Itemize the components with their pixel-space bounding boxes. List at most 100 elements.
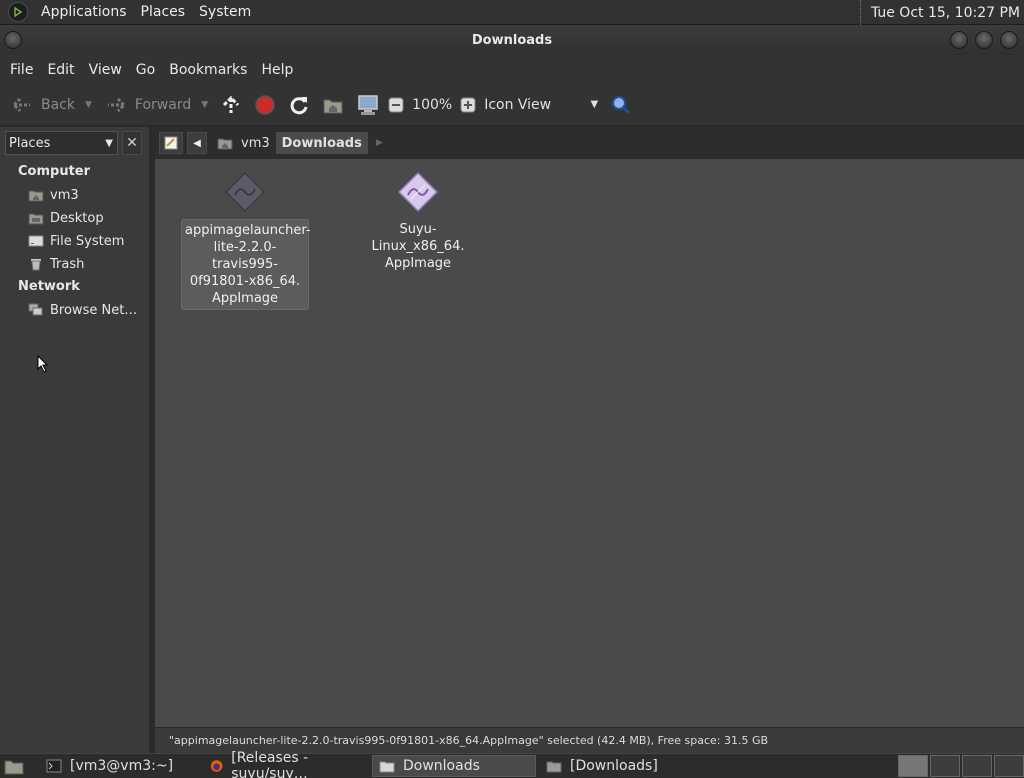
task-label: [vm3@vm3:~] — [70, 758, 174, 774]
workspace-4[interactable] — [994, 755, 1024, 777]
forward-dropdown-icon[interactable]: ▼ — [201, 100, 208, 110]
back-arrow-icon — [11, 97, 30, 112]
menu-file[interactable]: File — [3, 62, 40, 78]
show-desktop-icon — [4, 760, 24, 775]
network-heading: Network — [18, 279, 80, 294]
file-view[interactable]: appimagelauncher- lite-2.2.0-travis995- … — [155, 159, 1024, 727]
computer-button[interactable] — [350, 88, 386, 122]
maximize-button[interactable] — [975, 31, 993, 49]
folder-icon — [546, 761, 562, 773]
window-title: Downloads — [471, 32, 553, 48]
sidebar-item-file-system[interactable]: File System — [28, 231, 124, 251]
workspace-1[interactable] — [898, 755, 928, 777]
task-downloads[interactable]: [Downloads] — [540, 755, 700, 777]
firefox-icon — [210, 760, 223, 772]
menubar: File Edit View Go Bookmarks Help — [0, 55, 1024, 84]
window-titlebar[interactable]: Downloads — [0, 25, 1024, 55]
folder-icon — [379, 761, 395, 773]
sidebar-item-vm3[interactable]: vm3 — [28, 185, 79, 205]
back-button[interactable]: Back ▼ — [4, 88, 98, 122]
sidebar-item-label: Browse Net… — [50, 302, 138, 318]
zoom-out-icon — [388, 97, 404, 112]
sidebar-item-trash[interactable]: Trash — [28, 254, 84, 274]
breadcrumb-vm3[interactable]: vm3 — [211, 132, 276, 154]
file-name: appimagelauncher- lite-2.2.0-travis995- … — [181, 219, 311, 310]
zoom-level[interactable]: 100% — [406, 88, 458, 122]
task-label: [Releases - suyu/suy… — [231, 750, 309, 778]
task-label: Downloads — [403, 758, 480, 774]
search-button[interactable] — [604, 88, 638, 122]
forward-arrow-icon — [107, 97, 127, 112]
forward-label: Forward — [134, 96, 192, 113]
sidebar-selector[interactable]: Places ▼ — [5, 131, 118, 155]
menu-bookmarks[interactable]: Bookmarks — [162, 62, 254, 78]
close-button[interactable] — [1000, 31, 1018, 49]
network-icon — [28, 303, 43, 316]
toggle-location-entry-button[interactable] — [159, 132, 183, 154]
sidebar-item-desktop[interactable]: Desktop — [28, 208, 104, 228]
window-menu-button[interactable] — [4, 31, 22, 49]
clock[interactable]: Tue Oct 15, 10:27 PM — [859, 0, 1020, 25]
system-menu[interactable]: System — [192, 4, 258, 20]
path-left-button[interactable]: ◀ — [187, 132, 207, 154]
file-item[interactable]: appimagelauncher- lite-2.2.0-travis995- … — [181, 171, 311, 310]
workspace-3[interactable] — [962, 755, 992, 777]
menu-go[interactable]: Go — [129, 62, 162, 78]
computer-heading: Computer — [18, 164, 91, 179]
task-terminal[interactable]: [vm3@vm3:~] — [40, 755, 200, 777]
view-mode-label: Icon View — [484, 96, 552, 113]
gnome-foot-icon[interactable] — [8, 2, 28, 22]
desktop-folder-icon — [28, 213, 44, 225]
mouse-cursor-icon — [37, 355, 49, 373]
up-button[interactable] — [214, 88, 248, 122]
bottom-panel: [vm3@vm3:~] [Releases - suyu/suy… Downlo… — [0, 750, 1024, 778]
menu-view[interactable]: View — [82, 62, 129, 78]
sidebar-item-label: File System — [50, 233, 125, 249]
trash-icon — [31, 259, 41, 271]
drive-icon — [28, 235, 44, 247]
reload-icon — [290, 96, 308, 114]
file-name: Suyu-Linux_x86_64. AppImage — [371, 222, 465, 271]
zoom-out-button[interactable] — [386, 88, 406, 122]
appimage-icon — [224, 171, 266, 213]
zoom-in-button[interactable] — [458, 88, 478, 122]
home-folder-icon — [217, 138, 233, 150]
task-label: [Downloads] — [570, 758, 658, 774]
sidebar-item-browse-network[interactable]: Browse Net… — [28, 300, 137, 320]
toolbar: Back ▼ Forward ▼ 100% Icon View ▼ — [0, 84, 1024, 126]
status-text: "appimagelauncher-lite-2.2.0-travis995-0… — [169, 734, 769, 747]
back-dropdown-icon[interactable]: ▼ — [85, 100, 92, 110]
chevron-left-icon: ◀ — [193, 137, 201, 149]
task-downloads-active[interactable]: Downloads — [372, 755, 536, 777]
back-label: Back — [41, 96, 75, 113]
home-folder-icon — [323, 99, 343, 113]
show-desktop-button[interactable] — [0, 755, 36, 777]
task-firefox[interactable]: [Releases - suyu/suy… — [204, 750, 368, 778]
computer-icon — [358, 94, 378, 115]
breadcrumb-label: vm3 — [241, 135, 270, 151]
places-sidebar: Places ▼ ✕ Computer vm3 Desktop File Sys… — [0, 127, 149, 753]
menu-edit[interactable]: Edit — [40, 62, 81, 78]
menu-help[interactable]: Help — [254, 62, 300, 78]
minimize-button[interactable] — [950, 31, 968, 49]
breadcrumb-downloads[interactable]: Downloads — [275, 132, 368, 154]
view-mode-select[interactable]: Icon View ▼ — [478, 88, 604, 122]
home-button[interactable] — [316, 88, 350, 122]
sidebar-item-label: Trash — [50, 256, 85, 272]
places-menu[interactable]: Places — [134, 4, 193, 20]
close-sidebar-button[interactable]: ✕ — [122, 131, 142, 155]
forward-button[interactable]: Forward ▼ — [98, 88, 214, 122]
breadcrumb-label: Downloads — [281, 135, 362, 151]
chevron-right-icon[interactable]: ▶ — [376, 138, 383, 148]
sidebar-item-label: vm3 — [50, 187, 79, 203]
workspace-2[interactable] — [930, 755, 960, 777]
search-icon — [612, 95, 631, 114]
terminal-icon — [46, 759, 62, 773]
home-folder-icon — [28, 190, 44, 202]
sidebar-selector-label: Places — [9, 135, 51, 151]
reload-button[interactable] — [282, 88, 316, 122]
applications-menu[interactable]: Applications — [34, 4, 134, 20]
location-bar: ◀ vm3 Downloads ▶ — [155, 127, 1024, 159]
stop-button[interactable] — [248, 88, 282, 122]
file-item[interactable]: Suyu-Linux_x86_64. AppImage — [351, 171, 485, 274]
